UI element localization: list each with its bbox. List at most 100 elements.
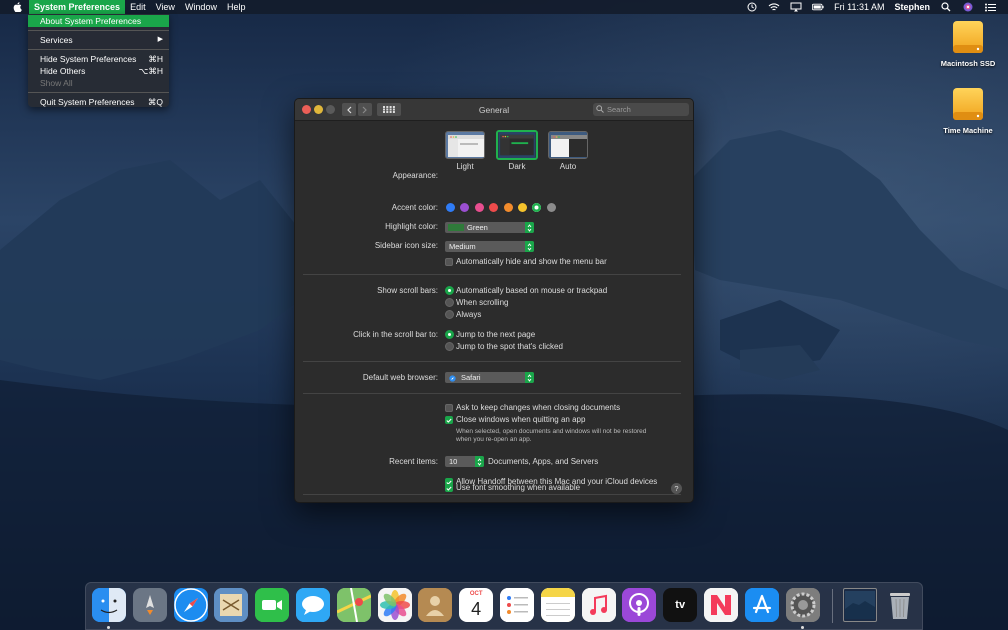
highlight-color-popup[interactable]: Green — [445, 222, 534, 233]
airplay-icon[interactable] — [790, 2, 802, 12]
scroll-bars-when-scrolling-radio[interactable] — [445, 298, 454, 307]
appearance-light-option[interactable] — [445, 131, 485, 159]
chevron-right-icon — [362, 106, 367, 113]
accent-color-option[interactable] — [503, 203, 513, 212]
desktop-icon-label: Macintosh SSD — [940, 59, 996, 68]
podcasts-icon[interactable] — [622, 588, 657, 622]
reminders-icon[interactable] — [500, 588, 534, 622]
trash-icon[interactable] — [883, 588, 917, 622]
accent-color-option[interactable] — [489, 203, 499, 212]
notification-center-icon[interactable] — [984, 2, 996, 12]
time-machine-icon[interactable] — [746, 2, 758, 12]
safari-icon[interactable] — [173, 588, 208, 622]
menu-item-about[interactable]: About System Preferences — [28, 15, 169, 27]
ask-keep-changes-label: Ask to keep changes when closing documen… — [456, 403, 621, 412]
close-windows-label: Close windows when quitting an app — [456, 415, 586, 424]
menu-item-hide[interactable]: Hide System Preferences ⌘H — [28, 53, 169, 65]
appearance-dark-option[interactable] — [496, 130, 538, 160]
tv-label: tv — [675, 599, 686, 611]
recent-items-popup[interactable]: 10 — [445, 456, 484, 467]
mail-icon[interactable] — [214, 588, 249, 622]
appearance-auto-option[interactable] — [548, 131, 588, 159]
menu-item-quit[interactable]: Quit System Preferences ⌘Q — [28, 96, 169, 108]
popup-arrows-icon — [525, 241, 534, 252]
launchpad-icon[interactable] — [132, 588, 167, 622]
finder-icon[interactable] — [92, 588, 126, 622]
menu-view[interactable]: View — [151, 0, 180, 14]
accent-color-option[interactable] — [532, 203, 542, 212]
tv-icon[interactable]: tv — [663, 588, 698, 622]
accent-color-option[interactable] — [546, 203, 556, 212]
back-button[interactable] — [342, 103, 356, 116]
menu-clock[interactable]: Fri 11:31 AM — [834, 2, 884, 12]
recent-items-suffix: Documents, Apps, and Servers — [488, 457, 599, 466]
show-all-button[interactable] — [377, 103, 401, 116]
menu-separator — [28, 30, 169, 31]
scroll-bars-always-label: Always — [456, 310, 482, 319]
accent-color-option[interactable] — [474, 203, 484, 212]
general-preferences-window: General Search Appearance: Light Dark Au… — [294, 98, 694, 503]
scroll-click-next-page-label: Jump to the next page — [456, 330, 536, 339]
accent-color-option[interactable] — [518, 203, 527, 212]
news-icon[interactable] — [704, 588, 738, 622]
ask-keep-changes-checkbox[interactable] — [445, 404, 453, 412]
forward-button[interactable] — [358, 103, 372, 116]
photos-icon[interactable] — [377, 588, 412, 622]
desktop-icon-macintosh-ssd[interactable]: Macintosh SSD — [933, 19, 1003, 68]
minimize-button[interactable] — [314, 105, 323, 114]
apple-icon[interactable] — [11, 1, 23, 13]
sidebar-icon-size-popup[interactable]: Medium — [445, 241, 534, 252]
music-icon[interactable] — [581, 588, 616, 622]
menu-edit[interactable]: Edit — [125, 0, 151, 14]
desktop-icon-time-machine[interactable]: Time Machine — [933, 86, 1003, 135]
section-divider — [303, 274, 681, 275]
messages-icon[interactable] — [296, 588, 330, 622]
close-windows-checkbox[interactable] — [445, 416, 453, 424]
scroll-click-spot-radio[interactable] — [445, 342, 454, 351]
facetime-icon[interactable] — [255, 588, 290, 622]
siri-icon[interactable] — [962, 2, 974, 12]
popup-arrows-icon — [525, 372, 534, 383]
font-smoothing-checkbox[interactable] — [445, 484, 453, 492]
checkmark-icon — [446, 486, 452, 491]
popup-arrows-icon — [525, 222, 534, 233]
search-placeholder: Search — [607, 105, 631, 114]
close-button[interactable] — [302, 105, 311, 114]
search-input[interactable]: Search — [593, 103, 689, 116]
maps-icon[interactable] — [336, 588, 371, 622]
section-divider — [303, 393, 681, 394]
desktop-icon-label: Time Machine — [943, 126, 993, 135]
sidebar-icon-size-value: Medium — [449, 242, 476, 251]
wifi-icon[interactable] — [768, 2, 780, 12]
zoom-button[interactable] — [326, 105, 335, 114]
safari-icon — [449, 374, 456, 385]
menu-user[interactable]: Stephen — [894, 2, 930, 12]
menu-item-services[interactable]: Services ▶ — [28, 34, 169, 46]
calendar-icon[interactable]: OCT 4 — [459, 588, 494, 622]
accent-color-option[interactable] — [460, 203, 470, 212]
menu-item-hide-others[interactable]: Hide Others ⌥⌘H — [28, 65, 169, 77]
notes-icon[interactable] — [540, 588, 575, 622]
sidebar-icon-size-label: Sidebar icon size: — [374, 241, 438, 250]
menu-window[interactable]: Window — [180, 0, 222, 14]
grid-icon — [383, 106, 395, 113]
auto-hide-menubar-checkbox[interactable] — [445, 258, 453, 266]
menu-app-name[interactable]: System Preferences — [29, 0, 126, 14]
contacts-icon[interactable] — [418, 588, 453, 622]
default-browser-popup[interactable]: Safari — [445, 372, 534, 383]
close-windows-note-line2: when you re-open an app. — [456, 436, 532, 443]
help-button[interactable]: ? — [671, 483, 682, 494]
scroll-bars-auto-radio[interactable] — [445, 286, 454, 295]
scroll-click-next-page-radio[interactable] — [445, 330, 454, 339]
menu-help[interactable]: Help — [222, 0, 251, 14]
accent-color-option[interactable] — [446, 203, 455, 212]
checkmark-icon — [446, 418, 452, 423]
scroll-bars-when-scrolling-label: When scrolling — [456, 298, 509, 307]
appearance-light-label: Light — [456, 162, 474, 171]
battery-icon[interactable] — [812, 2, 824, 12]
system-preferences-icon[interactable] — [785, 588, 820, 622]
app-store-icon[interactable] — [744, 588, 779, 622]
scroll-bars-always-radio[interactable] — [445, 310, 454, 319]
spotlight-icon[interactable] — [940, 2, 952, 12]
minimized-window-thumbnail[interactable] — [843, 588, 877, 622]
